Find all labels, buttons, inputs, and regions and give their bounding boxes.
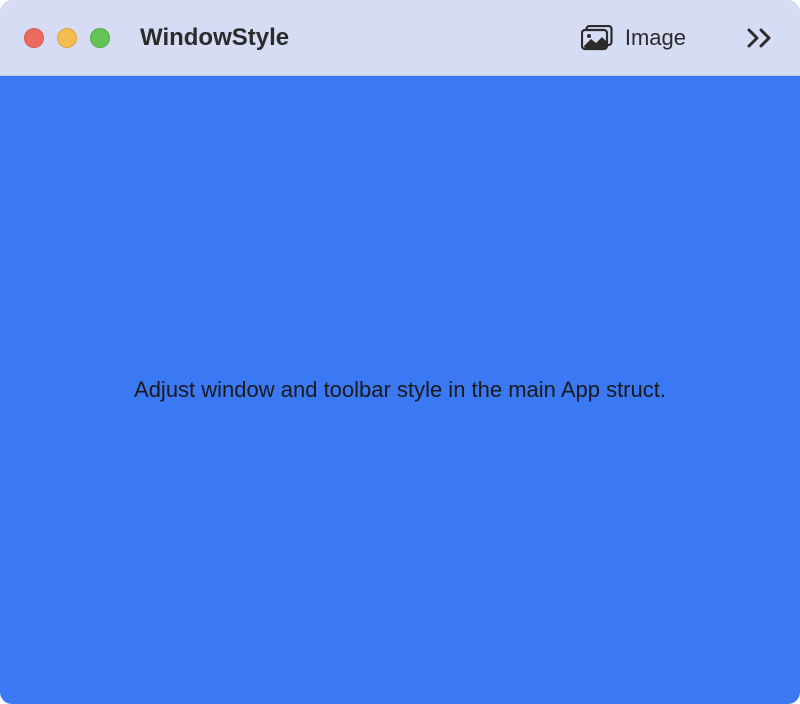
image-icon (581, 25, 613, 51)
minimize-button[interactable] (57, 28, 77, 48)
zoom-button[interactable] (90, 28, 110, 48)
close-button[interactable] (24, 28, 44, 48)
window-title: WindowStyle (140, 24, 289, 52)
toolbar-overflow-button[interactable] (744, 22, 776, 54)
toolbar-item-image[interactable]: Image (581, 25, 686, 51)
app-window: WindowStyle Image Adjust window and tool… (0, 0, 800, 704)
chevron-double-right-icon (747, 27, 773, 49)
traffic-lights (24, 28, 110, 48)
content-area: Adjust window and toolbar style in the m… (0, 76, 800, 704)
toolbar-item-label: Image (625, 25, 686, 51)
content-message: Adjust window and toolbar style in the m… (134, 377, 666, 403)
titlebar: WindowStyle Image (0, 0, 800, 76)
